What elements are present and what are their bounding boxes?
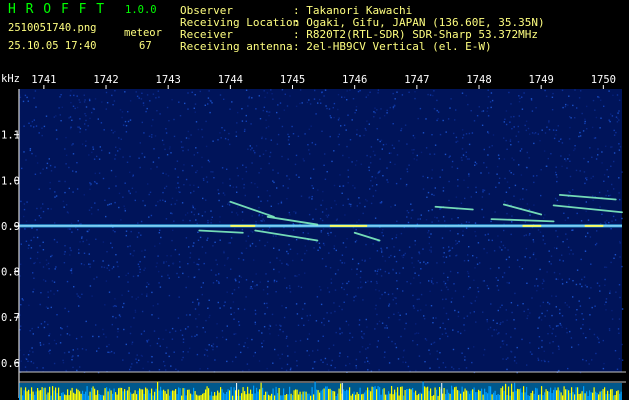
y-tick-label-0.8: 0.8: [1, 267, 20, 279]
y-tick-label-1.1: 1.1: [1, 130, 20, 142]
y-axis-label: kHz: [1, 73, 20, 85]
x-tick-label-1746: 1746: [342, 74, 367, 86]
hrofft-window: H R O F F T 1.0.0 2510051740.png meteor …: [0, 0, 629, 400]
x-tick-label-1750: 1750: [591, 74, 616, 86]
y-tick-label-0.6: 0.6: [1, 358, 20, 370]
plot-area: [19, 89, 622, 372]
x-tick-label-1747: 1747: [404, 74, 429, 86]
x-tick-label-1745: 1745: [280, 74, 305, 86]
y-tick-label-0.7: 0.7: [1, 312, 20, 324]
x-tick-label-1742: 1742: [93, 74, 118, 86]
x-tick-label-1743: 1743: [156, 74, 181, 86]
y-tick-label-1.0: 1.0: [1, 175, 20, 187]
y-tick-label-0.9: 0.9: [1, 221, 20, 233]
x-tick-label-1741: 1741: [31, 74, 56, 86]
x-tick-label-1748: 1748: [466, 74, 491, 86]
x-tick-label-1744: 1744: [218, 74, 243, 86]
x-tick-label-1749: 1749: [529, 74, 554, 86]
spectrogram-chart: 1741 1742 1743 1744 1745 1746 1747 1748 1749 1750…: [1, 73, 626, 400]
